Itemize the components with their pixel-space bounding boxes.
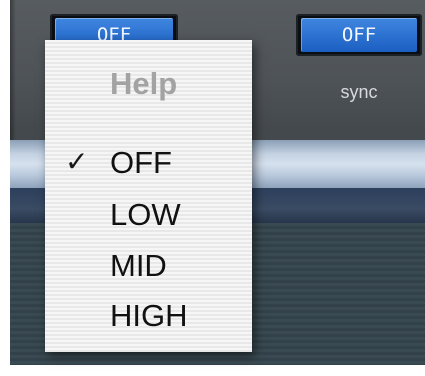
menu-item-label: MID [110,247,167,283]
menu-item-low[interactable]: LOW [45,192,252,236]
menu-item-label: HIGH [110,297,188,333]
checkmark-icon: ✓ [65,146,89,177]
menu-item-help: Help [45,61,252,105]
menu-item-off[interactable]: ✓ OFF [45,140,252,184]
sync-button[interactable]: OFF [296,14,422,56]
popup-menu: Help ✓ OFF LOW MID HIGH [45,40,252,352]
menu-item-label: LOW [110,196,181,232]
menu-item-label: Help [110,65,178,101]
menu-item-high[interactable]: HIGH [45,293,252,337]
menu-item-label: OFF [110,144,172,180]
sync-caption: sync [340,82,378,102]
sync-button-label: OFF [301,18,417,52]
menu-item-mid[interactable]: MID [45,243,252,287]
